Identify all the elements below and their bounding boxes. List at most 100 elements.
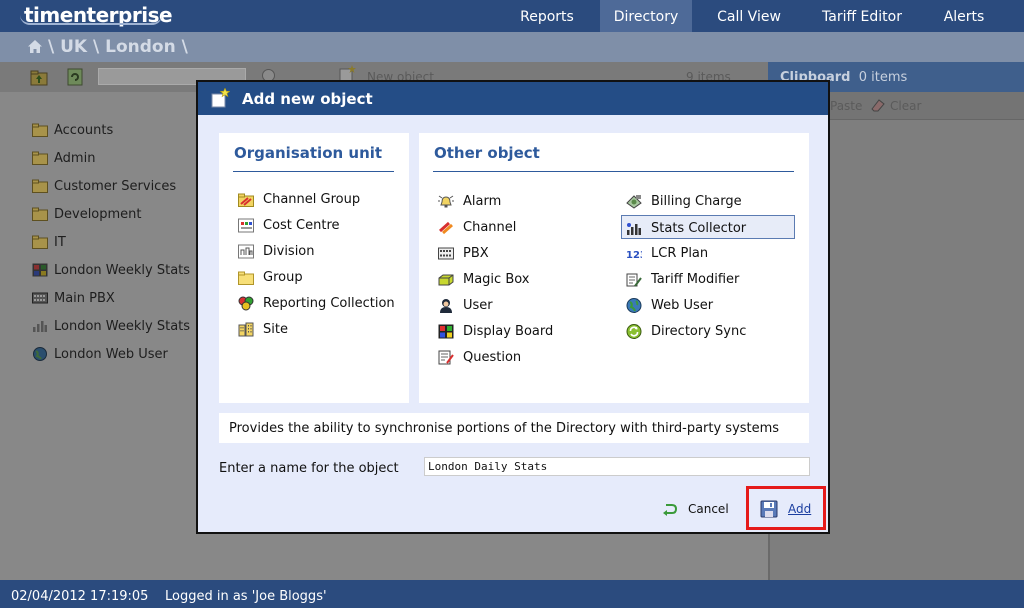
app-logo[interactable]: timenterprise bbox=[20, 3, 173, 27]
org-item-site[interactable]: Site bbox=[234, 317, 399, 341]
lcr-plan-icon: 123 bbox=[626, 250, 642, 261]
site-icon bbox=[238, 322, 254, 337]
display-board-icon bbox=[32, 263, 48, 277]
folder-up-icon[interactable] bbox=[30, 68, 48, 86]
org-item-cost-centre[interactable]: Cost Centre bbox=[234, 213, 399, 237]
other-item-web-user[interactable]: Web User bbox=[622, 293, 794, 317]
tree-item-label: IT bbox=[54, 235, 66, 250]
add-button[interactable]: Add bbox=[760, 498, 820, 520]
other-item-label: Display Board bbox=[463, 324, 554, 339]
svg-text:123: 123 bbox=[626, 250, 642, 261]
org-item-group[interactable]: Group bbox=[234, 265, 399, 289]
other-item-channel[interactable]: Channel bbox=[434, 215, 604, 239]
cancel-label: Cancel bbox=[688, 502, 729, 516]
tree-item-label: Main PBX bbox=[54, 291, 115, 306]
alarm-icon bbox=[438, 195, 454, 208]
org-item-label: Cost Centre bbox=[263, 218, 340, 233]
save-disk-icon bbox=[760, 500, 778, 518]
object-description-box: Provides the ability to synchronise port… bbox=[219, 413, 809, 443]
cancel-button[interactable]: Cancel bbox=[660, 498, 738, 520]
other-item-label: Web User bbox=[651, 298, 714, 313]
divider bbox=[433, 171, 794, 172]
new-object-icon bbox=[211, 88, 230, 108]
tree-item-label: London Weekly Stats bbox=[54, 319, 191, 334]
refresh-icon[interactable] bbox=[66, 68, 84, 86]
other-item-label: PBX bbox=[463, 246, 489, 261]
eraser-icon bbox=[871, 99, 885, 112]
other-item-tariff-modifier[interactable]: Tariff Modifier bbox=[622, 267, 794, 291]
org-item-label: Division bbox=[263, 244, 315, 259]
other-item-user[interactable]: User bbox=[434, 293, 604, 317]
other-item-display-board[interactable]: Display Board bbox=[434, 319, 604, 343]
cost-centre-icon bbox=[238, 218, 254, 233]
pbx-icon bbox=[438, 247, 454, 260]
tree-item-label: London Weekly Stats bbox=[54, 263, 191, 278]
other-item-label: Alarm bbox=[463, 194, 502, 209]
dialog-title: Add new object bbox=[242, 90, 373, 108]
other-item-label: Directory Sync bbox=[651, 324, 747, 339]
stats-collector-icon bbox=[627, 223, 641, 235]
tree-item-label: Admin bbox=[54, 151, 96, 166]
other-item-label: User bbox=[463, 298, 493, 313]
org-item-label: Site bbox=[263, 322, 288, 337]
tariff-modifier-icon bbox=[626, 273, 642, 287]
division-icon bbox=[238, 244, 254, 259]
channel-icon bbox=[439, 221, 453, 235]
billing-charge-icon bbox=[626, 195, 642, 209]
organisation-unit-panel: Organisation unit Channel Group Cost Cen… bbox=[219, 133, 409, 403]
other-item-pbx[interactable]: PBX bbox=[434, 241, 604, 265]
tree-item-label: Customer Services bbox=[54, 179, 177, 194]
other-object-panel: Other object Alarm Channel PBX Magic Box… bbox=[419, 133, 809, 403]
clipboard-paste-button[interactable]: Paste bbox=[830, 99, 862, 113]
org-item-division[interactable]: Division bbox=[234, 239, 399, 263]
object-name-input[interactable] bbox=[424, 457, 810, 476]
other-item-lcr-plan[interactable]: 123 LCR Plan bbox=[622, 241, 794, 265]
home-icon[interactable] bbox=[27, 39, 43, 54]
channel-group-icon bbox=[238, 193, 254, 207]
other-item-label: Billing Charge bbox=[651, 194, 742, 209]
stats-collector-icon bbox=[33, 321, 47, 332]
org-item-label: Group bbox=[263, 270, 303, 285]
nav-call-view[interactable]: Call View bbox=[706, 0, 792, 32]
globe-icon bbox=[33, 347, 47, 361]
dialog-title-bar[interactable]: Add new object bbox=[198, 82, 828, 115]
display-board-icon bbox=[438, 324, 454, 339]
org-item-reporting-collection[interactable]: Reporting Collection bbox=[234, 291, 399, 315]
object-name-label: Enter a name for the object bbox=[219, 461, 399, 476]
folder-icon bbox=[32, 151, 48, 165]
add-label: Add bbox=[788, 502, 812, 516]
other-item-alarm[interactable]: Alarm bbox=[434, 189, 604, 213]
other-item-label: LCR Plan bbox=[651, 246, 709, 261]
other-item-directory-sync[interactable]: Directory Sync bbox=[622, 319, 794, 343]
clipboard-clear-button[interactable]: Clear bbox=[871, 99, 921, 113]
folder-icon bbox=[32, 179, 48, 193]
other-object-heading: Other object bbox=[434, 144, 540, 162]
add-new-object-dialog: Add new object Organisation unit Channel… bbox=[196, 80, 830, 534]
other-item-stats-collector[interactable]: Stats Collector bbox=[621, 215, 795, 239]
breadcrumb[interactable]: \ UK \ London \ bbox=[48, 37, 188, 57]
nav-reports[interactable]: Reports bbox=[506, 0, 588, 32]
nav-alerts[interactable]: Alerts bbox=[932, 0, 996, 32]
organisation-unit-heading: Organisation unit bbox=[234, 144, 383, 162]
other-item-question[interactable]: Question bbox=[434, 345, 604, 369]
folder-icon bbox=[32, 123, 48, 137]
pbx-icon bbox=[32, 292, 48, 304]
tree-item-label: London Web User bbox=[54, 347, 168, 362]
tree-item-label: Accounts bbox=[54, 123, 114, 138]
folder-icon bbox=[32, 235, 48, 249]
other-item-billing-charge[interactable]: Billing Charge bbox=[622, 189, 794, 213]
tree-item-label: Development bbox=[54, 207, 142, 222]
question-icon bbox=[438, 350, 454, 365]
nav-directory[interactable]: Directory bbox=[600, 0, 692, 32]
other-item-magic-box[interactable]: Magic Box bbox=[434, 267, 604, 291]
magic-box-icon bbox=[438, 274, 454, 286]
reporting-collection-icon bbox=[238, 296, 254, 311]
undo-arrow-icon bbox=[663, 504, 678, 516]
nav-tariff-editor[interactable]: Tariff Editor bbox=[812, 0, 912, 32]
org-item-channel-group[interactable]: Channel Group bbox=[234, 187, 399, 211]
folder-icon bbox=[238, 271, 254, 285]
folder-icon bbox=[32, 207, 48, 221]
top-nav-bar: timenterprise Reports Directory Call Vie… bbox=[0, 0, 1024, 32]
org-item-label: Reporting Collection bbox=[263, 296, 395, 311]
object-description: Provides the ability to synchronise port… bbox=[229, 421, 780, 436]
